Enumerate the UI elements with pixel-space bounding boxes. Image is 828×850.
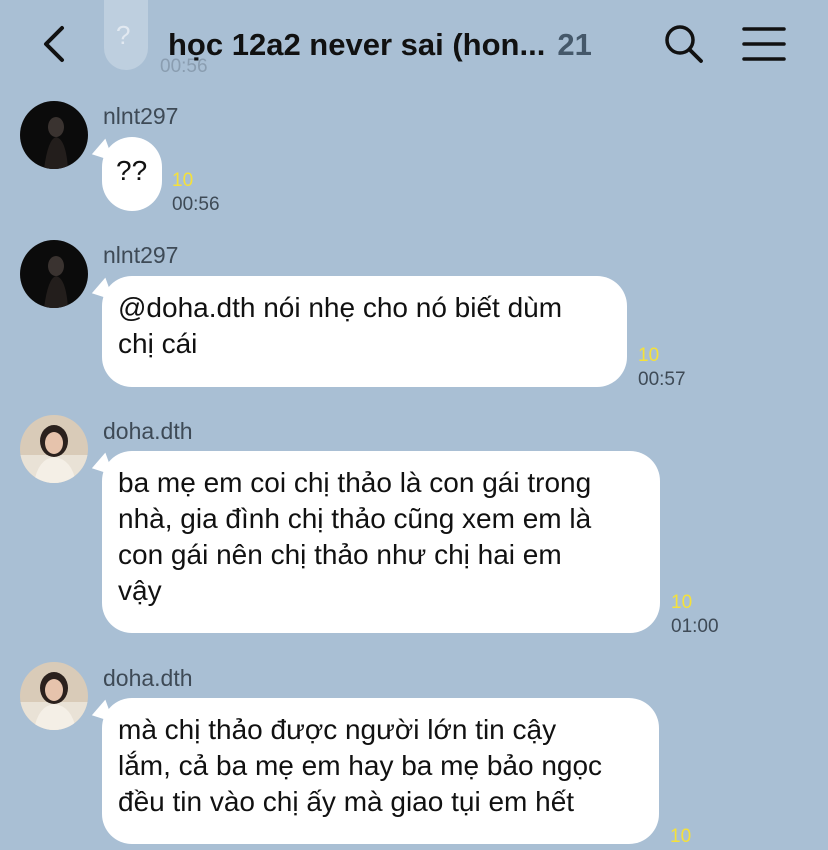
sender-name: doha.dth xyxy=(103,665,193,691)
message-text-line: nhà, gia đình chị thảo cũng xem em là xyxy=(118,503,592,534)
avatar[interactable] xyxy=(20,101,88,169)
search-button[interactable] xyxy=(662,22,706,66)
read-count: 10 xyxy=(172,170,194,191)
message-text-line: ba mẹ em coi chị thảo là con gái trong xyxy=(118,467,592,498)
message-text-line: đều tin vào chị ấy mà giao tụi em hết xyxy=(118,786,575,817)
message-time: 01:00 xyxy=(671,616,719,637)
message-text-line: @doha.dth nói nhẹ cho nó biết dùm xyxy=(118,292,563,323)
member-count: 21 xyxy=(557,27,592,62)
message-time: 00:57 xyxy=(638,369,686,390)
hamburger-menu-icon xyxy=(742,27,786,61)
chat-title-text: học 12a2 never sai (hon... xyxy=(168,27,546,62)
message-text-line: con gái nên chị thảo như chị hai em xyxy=(118,539,562,570)
message-bubble[interactable]: ba mẹ em coi chị thảo là con gái trong n… xyxy=(88,451,660,633)
search-icon xyxy=(665,25,703,63)
avatar[interactable] xyxy=(20,415,88,483)
chat-header: ? 00:56 học 12a2 never sai (hon... 21 xyxy=(0,0,828,90)
read-count: 10 xyxy=(670,826,692,847)
chat-title[interactable]: học 12a2 never sai (hon... 21 xyxy=(168,24,638,66)
avatar-image xyxy=(20,415,88,483)
message-text-line: mà chị thảo được người lớn tin cậy xyxy=(118,714,557,745)
message-bubble[interactable]: @doha.dth nói nhẹ cho nó biết dùm chị cá… xyxy=(88,276,627,387)
sender-name: doha.dth xyxy=(103,418,193,444)
chevron-left-icon xyxy=(44,26,64,62)
avatar[interactable] xyxy=(20,240,88,308)
message-bubble[interactable]: mà chị thảo được người lớn tin cậy lắm, … xyxy=(88,698,659,844)
avatar-image xyxy=(20,240,88,308)
sender-name: nlnt297 xyxy=(103,242,179,268)
avatar-image xyxy=(20,101,88,169)
message-text-line: lắm, cả ba mẹ em hay ba mẹ bảo ngọc xyxy=(118,750,603,781)
avatar-image xyxy=(20,662,88,730)
read-count: 10 xyxy=(671,592,693,613)
message-text-line: vậy xyxy=(118,575,162,606)
message-time: 00:56 xyxy=(172,194,220,215)
message-text: ?? xyxy=(116,155,148,186)
avatar[interactable] xyxy=(20,662,88,730)
scrolled-message-text: ? xyxy=(116,20,131,50)
menu-button[interactable] xyxy=(742,24,786,64)
message-bubble[interactable]: ?? xyxy=(88,137,162,211)
back-button[interactable] xyxy=(36,22,76,66)
sender-name: nlnt297 xyxy=(103,103,179,129)
read-count: 10 xyxy=(638,345,660,366)
message-text-line: chị cái xyxy=(118,328,198,359)
